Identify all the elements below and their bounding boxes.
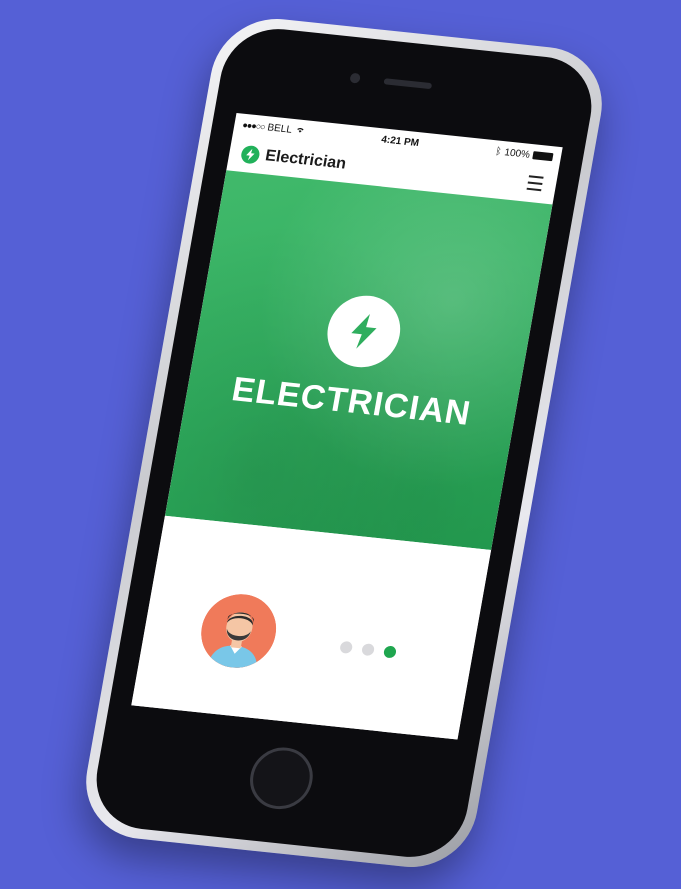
- carrier-label: BELL: [266, 121, 293, 136]
- lightning-bolt-icon: [239, 144, 261, 165]
- phone-device: ●●●○○ BELL 4:21 PM ᛒ 100% Electrician ☰ …: [76, 12, 612, 874]
- testimonial-section: [131, 515, 492, 740]
- home-button[interactable]: [245, 744, 318, 813]
- brand-name: Electrician: [263, 147, 348, 173]
- earpiece-speaker: [383, 78, 433, 90]
- hamburger-menu-icon[interactable]: ☰: [524, 173, 546, 197]
- status-left: ●●●○○ BELL: [242, 119, 306, 136]
- battery-label: 100%: [503, 146, 531, 161]
- phone-mockup: ●●●○○ BELL 4:21 PM ᛒ 100% Electrician ☰ …: [0, 0, 681, 889]
- wifi-icon: [294, 125, 306, 137]
- status-right: ᛒ 100%: [495, 146, 554, 163]
- carousel-dot-2[interactable]: [361, 643, 376, 657]
- hero-banner: ELECTRICIAN: [164, 170, 553, 550]
- bluetooth-icon: ᛒ: [494, 145, 503, 158]
- carousel-dot-1[interactable]: [339, 640, 354, 654]
- battery-icon: [532, 151, 554, 162]
- avatar: [195, 590, 282, 672]
- brand-logo[interactable]: Electrician: [239, 144, 348, 174]
- front-camera: [349, 72, 361, 84]
- carousel-indicator: [339, 640, 397, 659]
- phone-face: ●●●○○ BELL 4:21 PM ᛒ 100% Electrician ☰ …: [88, 23, 600, 863]
- avatar-illustration: [195, 590, 282, 672]
- carousel-dot-3-active[interactable]: [382, 645, 397, 659]
- signal-icon: ●●●○○: [241, 119, 266, 132]
- status-time: 4:21 PM: [380, 133, 420, 149]
- hero-lightning-icon: [321, 292, 406, 371]
